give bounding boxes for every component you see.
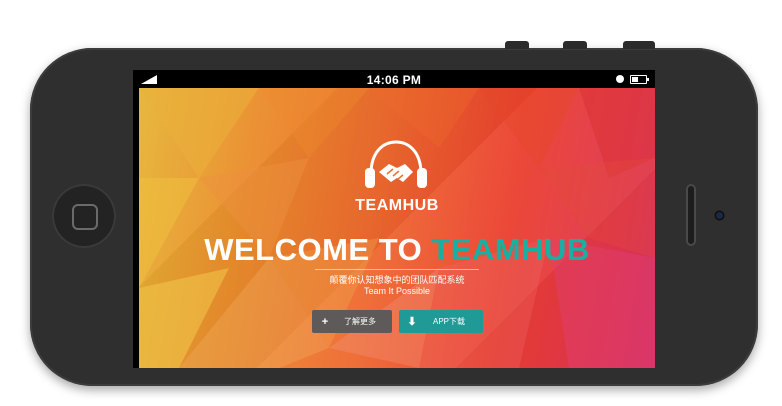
download-icon: ⬇: [407, 316, 417, 328]
subtitle-chinese: 颠覆你认知想象中的团队匹配系统: [329, 275, 465, 285]
app-hero: TEAMHUB WELCOME TO TEAMHUB 颠覆你认知想象中的团队匹配…: [139, 88, 655, 368]
welcome-accent: TEAMHUB: [431, 232, 590, 267]
phone-top-button-1: [505, 41, 529, 49]
learn-more-label: 了解更多: [344, 317, 376, 326]
learn-more-button[interactable]: + 了解更多: [312, 310, 392, 333]
alarm-icon: [616, 75, 624, 83]
subtitle-english: Team It Possible: [363, 286, 431, 296]
phone-top-button-2: [563, 41, 587, 49]
front-camera: [716, 212, 723, 219]
brand-name: TEAMHUB: [355, 197, 439, 214]
home-button[interactable]: [52, 184, 116, 248]
phone-top-button-3: [623, 41, 655, 49]
handshake-headphones-logo: [365, 140, 427, 188]
app-download-button[interactable]: ⬇ APP下载: [399, 310, 483, 333]
status-bar: 14:06 PM: [133, 70, 655, 88]
polygon-background: [139, 88, 655, 368]
heading-divider: [315, 269, 479, 270]
speaker-grille: [686, 184, 696, 246]
battery-icon: [630, 75, 649, 84]
welcome-prefix: WELCOME TO: [204, 232, 432, 267]
home-button-icon: [72, 204, 98, 230]
app-download-label: APP下载: [432, 317, 465, 326]
status-time: 14:06 PM: [366, 73, 422, 87]
plus-icon: +: [321, 315, 329, 328]
phone-screen: 14:06 PM TEAMHUB WELCOME TO TEAMHUB 颠覆你认…: [133, 70, 655, 368]
welcome-heading: WELCOME TO TEAMHUB: [139, 232, 655, 268]
